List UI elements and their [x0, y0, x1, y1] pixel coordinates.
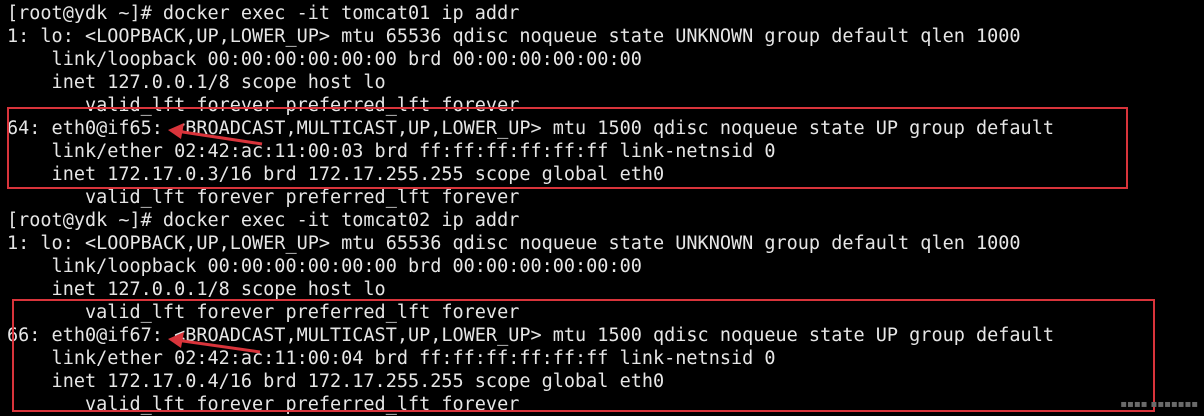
highlight-box-tomcat02-eth0: [12, 299, 1155, 412]
prompt-line-tomcat01: [root@ydk ~]# docker exec -it tomcat01 i…: [7, 3, 520, 24]
output-line: inet 127.0.0.1/8 scope host lo: [7, 72, 386, 93]
output-line: link/loopback 00:00:00:00:00:00 brd 00:0…: [7, 256, 642, 277]
watermark: ▪▪▪▪ ▪▪▪▪▪▪▪: [1120, 399, 1198, 410]
highlight-box-tomcat01-eth0: [7, 107, 1128, 189]
output-line: inet 127.0.0.1/8 scope host lo: [7, 279, 386, 300]
terminal-window[interactable]: [root@ydk ~]# docker exec -it tomcat01 i…: [0, 0, 1204, 416]
output-line: valid_lft forever preferred_lft forever: [7, 187, 520, 208]
output-line: link/loopback 00:00:00:00:00:00 brd 00:0…: [7, 49, 642, 70]
output-line: 1: lo: <LOOPBACK,UP,LOWER_UP> mtu 65536 …: [7, 26, 1021, 47]
prompt-line-tomcat02: [root@ydk ~]# docker exec -it tomcat02 i…: [7, 210, 520, 231]
output-line: 1: lo: <LOOPBACK,UP,LOWER_UP> mtu 65536 …: [7, 233, 1021, 254]
